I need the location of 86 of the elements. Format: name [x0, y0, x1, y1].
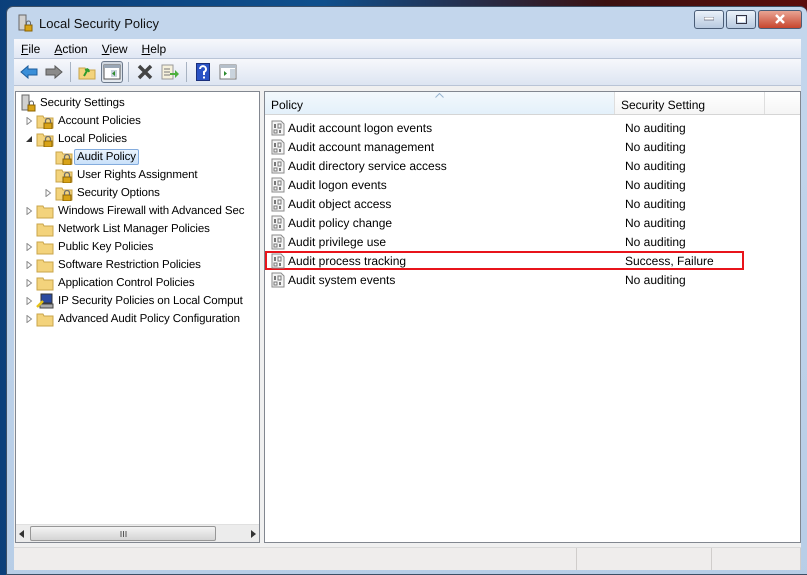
folder-icon — [36, 275, 54, 291]
tree-item[interactable]: Security Settings — [37, 95, 128, 111]
window-title: Local Security Policy — [39, 16, 160, 30]
menu-item[interactable]: View — [94, 42, 135, 56]
tree-item[interactable]: Account Policies — [55, 113, 144, 129]
maximize-icon — [736, 14, 746, 24]
policy-icon — [271, 120, 285, 136]
security-setting: No auditing — [625, 234, 686, 248]
policy-icon — [271, 234, 285, 250]
security-setting: Success, Failure — [625, 254, 714, 268]
expand-arrow-icon[interactable] — [25, 297, 33, 305]
column-header[interactable]: Security Setting — [615, 92, 765, 114]
pane-toggle-icon — [103, 64, 121, 80]
expand-arrow-icon[interactable] — [25, 243, 33, 251]
tree-item[interactable]: Public Key Policies — [55, 239, 156, 255]
policy-icon — [271, 252, 285, 268]
security-setting: No auditing — [625, 140, 686, 154]
policy-name[interactable]: Audit logon events — [288, 178, 387, 192]
policy-name[interactable]: Audit privilege use — [288, 234, 386, 248]
folder-icon — [36, 203, 54, 219]
tree-item[interactable]: Security Options — [74, 185, 163, 201]
maximize-button[interactable] — [726, 10, 756, 28]
policy-icon — [271, 196, 285, 212]
expand-arrow-icon[interactable] — [25, 315, 33, 323]
policy-icon — [271, 138, 285, 154]
export-list-icon — [161, 64, 179, 80]
expand-arrow-icon[interactable] — [44, 189, 52, 197]
policy-name[interactable]: Audit object access — [288, 196, 392, 210]
menu-item[interactable]: Action — [47, 42, 95, 56]
security-setting: No auditing — [625, 272, 686, 286]
delete-icon — [137, 64, 153, 80]
security-setting: No auditing — [625, 120, 686, 134]
policy-name[interactable]: Audit account logon events — [288, 120, 432, 134]
expand-arrow-icon[interactable] — [25, 117, 33, 125]
policy-icon — [271, 158, 285, 174]
toolbar-button[interactable] — [101, 61, 123, 83]
locked-folder-icon — [36, 131, 54, 147]
menu-item[interactable]: Help — [134, 42, 174, 56]
tree-item[interactable]: Software Restriction Policies — [55, 257, 204, 273]
horizontal-scrollbar[interactable] — [16, 524, 259, 542]
expand-arrow-icon[interactable] — [25, 261, 33, 269]
security-setting: No auditing — [625, 216, 686, 230]
back-arrow-icon — [20, 65, 38, 79]
locked-folder-icon — [55, 149, 73, 165]
folder-icon — [36, 221, 54, 237]
policy-name[interactable]: Audit system events — [288, 272, 396, 286]
server-lock-icon — [17, 14, 33, 32]
policy-name[interactable]: Audit account management — [288, 140, 434, 154]
expand-arrow-icon[interactable] — [25, 279, 33, 287]
minimize-icon — [704, 17, 714, 21]
minimize-button[interactable] — [694, 10, 724, 28]
locked-folder-icon — [36, 113, 54, 129]
security-setting: No auditing — [625, 196, 686, 210]
server-lock-icon — [20, 94, 36, 112]
column-header[interactable]: Policy — [265, 92, 615, 114]
close-button[interactable] — [758, 10, 802, 28]
close-icon — [774, 14, 786, 24]
policy-icon — [271, 214, 285, 230]
expand-arrow-icon[interactable] — [25, 207, 33, 215]
security-setting: No auditing — [625, 178, 686, 192]
security-setting: No auditing — [625, 158, 686, 172]
policy-icon — [271, 176, 285, 192]
tree-item[interactable]: Network List Manager Policies — [55, 221, 213, 237]
help-icon — [196, 63, 210, 81]
tree-item[interactable]: Advanced Audit Policy Configuration — [55, 311, 243, 327]
folder-icon — [36, 311, 54, 327]
tree-item[interactable]: IP Security Policies on Local Comput — [55, 293, 246, 309]
collapse-arrow-icon[interactable] — [25, 135, 33, 143]
tree-item[interactable]: Local Policies — [55, 131, 130, 147]
policy-name[interactable]: Audit directory service access — [288, 158, 447, 172]
tree-item[interactable]: User Rights Assignment — [74, 167, 201, 183]
locked-folder-icon — [55, 167, 73, 183]
tree-item[interactable]: Windows Firewall with Advanced Sec — [55, 203, 248, 219]
policy-icon — [271, 272, 285, 288]
tree-item[interactable]: Audit Policy — [74, 149, 139, 165]
menu-item[interactable]: File — [14, 42, 48, 56]
policy-name[interactable]: Audit process tracking — [288, 254, 406, 268]
forward-arrow-icon — [45, 65, 63, 79]
policy-name[interactable]: Audit policy change — [288, 216, 392, 230]
locked-folder-icon — [55, 185, 73, 201]
pane-toggle-icon — [219, 64, 237, 80]
computer-key-icon — [36, 293, 54, 309]
folder-icon — [36, 239, 54, 255]
scroll-thumb[interactable] — [30, 526, 216, 541]
folder-icon — [36, 257, 54, 273]
tree-item[interactable]: Application Control Policies — [55, 275, 198, 291]
